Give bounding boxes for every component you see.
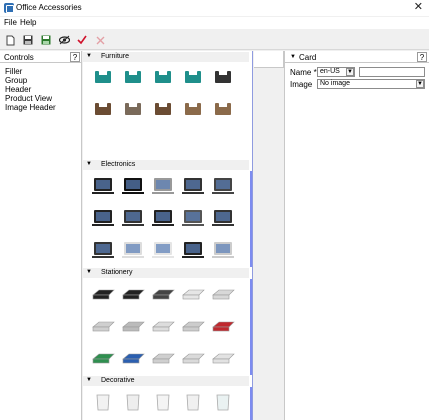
controls-panel: Controls ? Filler Group Header Product V… [0, 51, 82, 420]
clips-tray-icon[interactable] [150, 313, 176, 339]
control-item-header[interactable]: Header [5, 85, 31, 94]
lounge-chair-icon[interactable] [210, 65, 236, 91]
teacup-icon[interactable] [150, 389, 176, 415]
properties-help-button[interactable]: ? [417, 52, 427, 62]
sofa-long-icon[interactable] [150, 65, 176, 91]
save-as-icon[interactable] [40, 34, 52, 46]
menu-file[interactable]: File [4, 18, 17, 27]
menu-help[interactable]: Help [20, 18, 36, 27]
laptop-open-icon[interactable] [90, 205, 116, 231]
properties-panel: ▼ Card ? Name * en-US ▼ Image No image ▼ [284, 51, 429, 420]
section-header-decorative[interactable]: ▼ Decorative [83, 376, 249, 386]
controls-title: Controls [4, 53, 34, 62]
window-title: Office Accessories [16, 3, 82, 12]
save-icon[interactable] [22, 34, 34, 46]
new-icon[interactable] [4, 34, 16, 46]
section-header-electronics[interactable]: ▼ Electronics [83, 160, 249, 170]
tissue-box-icon[interactable] [180, 281, 206, 307]
office-chair-icon[interactable] [180, 65, 206, 91]
controls-help-button[interactable]: ? [70, 52, 80, 62]
sofa-icon[interactable] [120, 65, 146, 91]
monitor-dark-icon[interactable] [120, 205, 146, 231]
collapse-icon: ▼ [86, 269, 92, 275]
tablet-landscape-icon[interactable] [210, 205, 236, 231]
pen-icon[interactable] [90, 281, 116, 307]
canvas-area [254, 51, 284, 420]
paper-tray-icon[interactable] [180, 345, 206, 371]
gallery-panel: ▼ Furniture ▼ Electronics ▼ Stationery ▼… [83, 51, 253, 420]
tape-dispenser-icon[interactable] [90, 313, 116, 339]
section-title: Furniture [101, 53, 130, 60]
section-title: Stationery [101, 269, 133, 276]
headphones-icon[interactable] [180, 237, 206, 263]
image-select[interactable]: No image [317, 79, 425, 89]
shelf-ladder-icon[interactable] [150, 97, 176, 123]
section-title: Decorative [101, 377, 135, 384]
check-icon[interactable] [76, 34, 88, 46]
chevron-down-icon[interactable]: ▼ [346, 68, 354, 76]
mouse-icon[interactable] [150, 237, 176, 263]
bookcase-icon[interactable] [210, 97, 236, 123]
control-item-filler[interactable]: Filler [5, 67, 22, 76]
collapse-icon[interactable]: ▼ [290, 54, 296, 60]
properties-header: ▼ Card ? [285, 51, 429, 63]
section-scrollbar[interactable] [250, 279, 252, 375]
image-label: Image [290, 80, 313, 89]
small-phone-icon[interactable] [90, 237, 116, 263]
canvas-header [254, 51, 284, 68]
controls-header: Controls ? [0, 51, 81, 63]
name-field[interactable] [359, 67, 425, 77]
laptop-dark-icon[interactable] [120, 173, 146, 199]
section-scrollbar[interactable] [250, 387, 252, 420]
stapler-blue-icon[interactable] [120, 345, 146, 371]
letter-tray-icon[interactable] [210, 345, 236, 371]
app-icon [4, 3, 14, 13]
chevron-down-icon[interactable]: ▼ [416, 80, 424, 88]
tray-icon[interactable] [210, 281, 236, 307]
section-title: Electronics [101, 161, 136, 168]
menu-bar: File Help [0, 17, 429, 29]
name-label: Name * [290, 68, 317, 77]
mug-icon[interactable] [90, 389, 116, 415]
bar-stool-icon[interactable] [90, 97, 116, 123]
laptop-icon[interactable] [90, 173, 116, 199]
locale-value: en-US [320, 68, 340, 75]
cup-icon[interactable] [120, 389, 146, 415]
section-header-furniture[interactable]: ▼ Furniture [83, 52, 249, 62]
control-item-group[interactable]: Group [5, 76, 27, 85]
image-value: No image [320, 80, 350, 87]
tablet-icon[interactable] [210, 173, 236, 199]
collapse-icon: ▼ [86, 53, 92, 59]
pen-holder-icon[interactable] [120, 313, 146, 339]
pad-icon[interactable] [210, 237, 236, 263]
phone-icon[interactable] [150, 205, 176, 231]
laptop-silver-icon[interactable] [150, 173, 176, 199]
close-button[interactable]: ✕ [414, 1, 423, 13]
stapler-remover-icon[interactable] [150, 345, 176, 371]
properties-title: Card [299, 53, 317, 62]
collapse-icon: ▼ [86, 161, 92, 167]
keyboard-icon[interactable] [120, 237, 146, 263]
tape-green-icon[interactable] [90, 345, 116, 371]
armchair-icon[interactable] [90, 65, 116, 91]
stylus-icon[interactable] [150, 281, 176, 307]
glass-icon[interactable] [210, 389, 236, 415]
saucer-icon[interactable] [180, 389, 206, 415]
control-item-image-header[interactable]: Image Header [5, 103, 56, 112]
title-bar: Office Accessories ✕ [0, 0, 429, 16]
section-header-stationery[interactable]: ▼ Stationery [83, 268, 249, 278]
shelf-icon[interactable] [180, 97, 206, 123]
marker-icon[interactable] [120, 281, 146, 307]
reception-desk-icon[interactable] [120, 97, 146, 123]
section-scrollbar[interactable] [250, 171, 252, 267]
toolbar [0, 30, 429, 50]
collapse-icon: ▼ [86, 377, 92, 383]
monitor-icon[interactable] [180, 173, 206, 199]
control-item-product-view[interactable]: Product View [5, 94, 52, 103]
delete-icon[interactable] [94, 34, 106, 46]
phone-red-icon[interactable] [210, 313, 236, 339]
preview-icon[interactable] [58, 34, 70, 46]
stapler-box-icon[interactable] [180, 313, 206, 339]
desktop-tower-icon[interactable] [180, 205, 206, 231]
